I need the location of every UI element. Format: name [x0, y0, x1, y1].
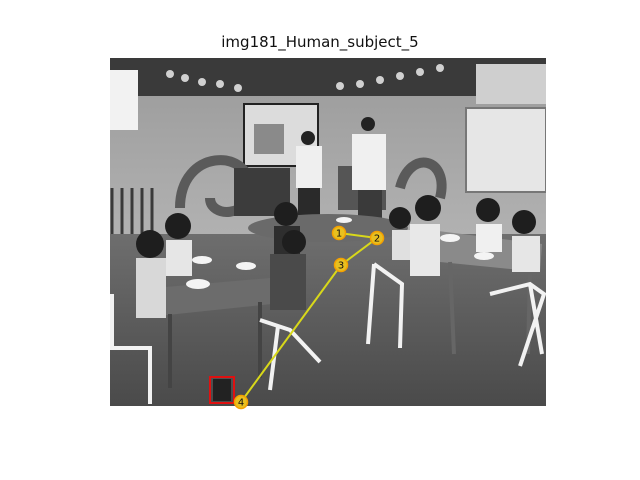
target-bounding-box — [209, 376, 235, 404]
fixation-label: 2 — [374, 234, 380, 245]
fixation-label: 3 — [338, 261, 344, 272]
scanpath-line — [240, 232, 380, 403]
fixation-label: 1 — [336, 229, 342, 240]
fixation-label: 4 — [238, 398, 244, 409]
scanpath-overlay: 1 2 3 4 — [209, 225, 385, 410]
